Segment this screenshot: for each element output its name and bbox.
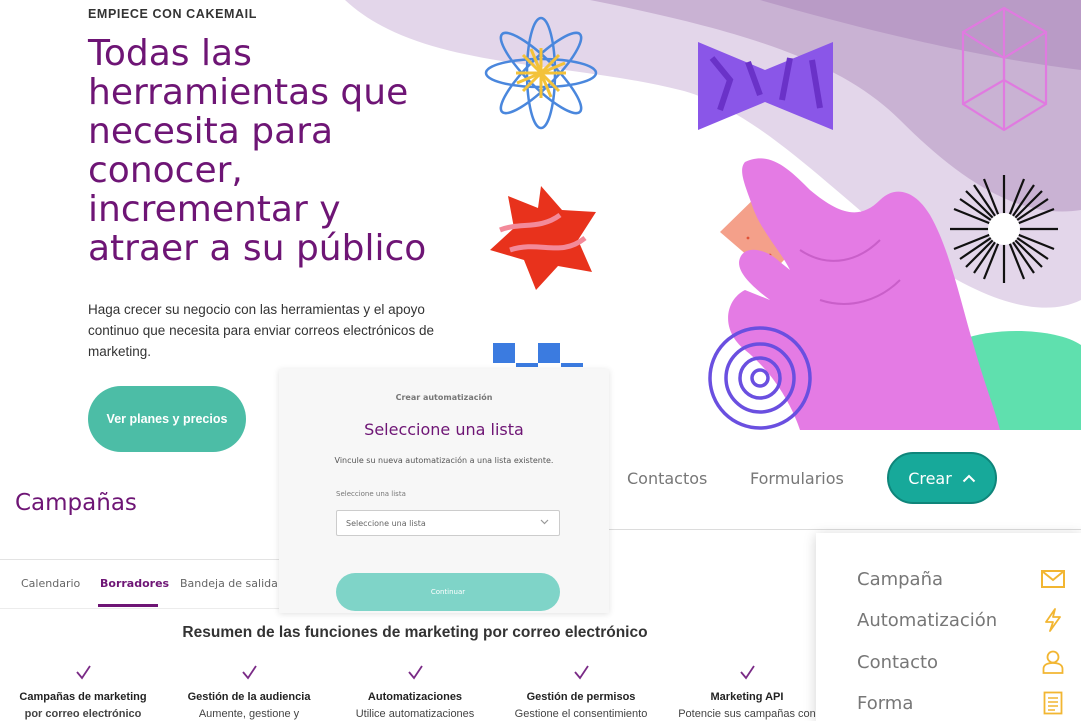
modal-description: Vincule su nueva automatización a una li… (334, 456, 554, 465)
feature-title: Automatizaciones (367, 691, 463, 703)
campaigns-page-title: Campañas (15, 490, 137, 516)
feature-item: Campañas de marketing por correo electró… (0, 662, 166, 721)
chevron-up-icon (962, 474, 976, 482)
feature-title: Campañas de marketing (19, 691, 147, 703)
menu-item-campaign[interactable]: Campaña (857, 563, 1067, 595)
person-icon (1039, 648, 1067, 676)
tabs-bottom-border (0, 608, 280, 609)
menu-item-label: Contacto (857, 651, 939, 673)
nav-contacts[interactable]: Contactos (627, 469, 707, 488)
plans-pricing-button[interactable]: Ver planes y precios (88, 386, 246, 452)
campaigns-tabs: Calendario Borradores Bandeja de salida (0, 560, 280, 608)
tab-calendar[interactable]: Calendario (21, 577, 80, 590)
feature-description: Gestione el consentimiento (514, 708, 648, 720)
lightning-icon (1039, 606, 1067, 634)
feature-item: Gestión de permisos Gestione el consenti… (498, 662, 664, 721)
list-select-label: Seleccione una lista (336, 490, 406, 498)
feature-title: Gestión de permisos (526, 691, 636, 703)
nav-divider (608, 529, 1081, 530)
hero-subtitle: Haga crecer su negocio con las herramien… (88, 302, 434, 359)
chevron-down-icon (540, 519, 549, 525)
create-automation-modal: Crear automatización Seleccione una list… (279, 369, 609, 613)
features-heading: Resumen de las funciones de marketing po… (182, 624, 648, 641)
check-icon (408, 665, 423, 680)
menu-item-label: Forma (857, 692, 914, 714)
tab-outbox[interactable]: Bandeja de salida (180, 577, 278, 590)
feature-item: Marketing API Potencie sus campañas con (664, 662, 830, 721)
create-button[interactable]: Crear (887, 452, 997, 504)
check-icon (76, 665, 91, 680)
feature-description: Utilice automatizaciones (355, 708, 475, 720)
list-select-value: Seleccione una lista (346, 518, 426, 528)
menu-item-contact[interactable]: Contacto (857, 646, 1067, 678)
feature-description: Potencie sus campañas con (678, 708, 816, 720)
feature-title: Gestión de la audiencia (187, 691, 311, 703)
feature-item: Automatizaciones Utilice automatizacione… (332, 662, 498, 721)
menu-item-form[interactable]: Forma (857, 687, 1067, 719)
feature-description: por correo electrónico (24, 708, 142, 720)
feature-title: Marketing API (710, 691, 784, 703)
envelope-icon (1039, 565, 1067, 593)
hero-eyebrow: EMPIECE CON CAKEMAIL (88, 7, 257, 21)
menu-item-label: Automatización (857, 609, 998, 631)
menu-item-automation[interactable]: Automatización (857, 604, 1067, 636)
feature-description: Aumente, gestione y (198, 708, 300, 720)
document-icon (1039, 689, 1067, 717)
list-select[interactable]: Seleccione una lista (336, 510, 560, 536)
nav-forms[interactable]: Formularios (750, 469, 844, 488)
check-icon (574, 665, 589, 680)
hero-title: Todas las herramientas que necesita para… (88, 33, 427, 269)
active-tab-indicator (98, 604, 158, 607)
continue-button[interactable]: Continuar (336, 573, 560, 611)
create-dropdown-menu: Campaña Automatización Contacto Forma (816, 533, 1081, 721)
feature-item: Gestión de la audiencia Aumente, gestion… (166, 662, 332, 721)
menu-item-label: Campaña (857, 568, 944, 590)
modal-title: Seleccione una lista (364, 420, 524, 439)
create-button-label: Crear (908, 468, 952, 488)
modal-eyebrow: Crear automatización (395, 393, 493, 402)
check-icon (242, 665, 257, 680)
tab-drafts[interactable]: Borradores (100, 577, 169, 590)
check-icon (740, 665, 755, 680)
